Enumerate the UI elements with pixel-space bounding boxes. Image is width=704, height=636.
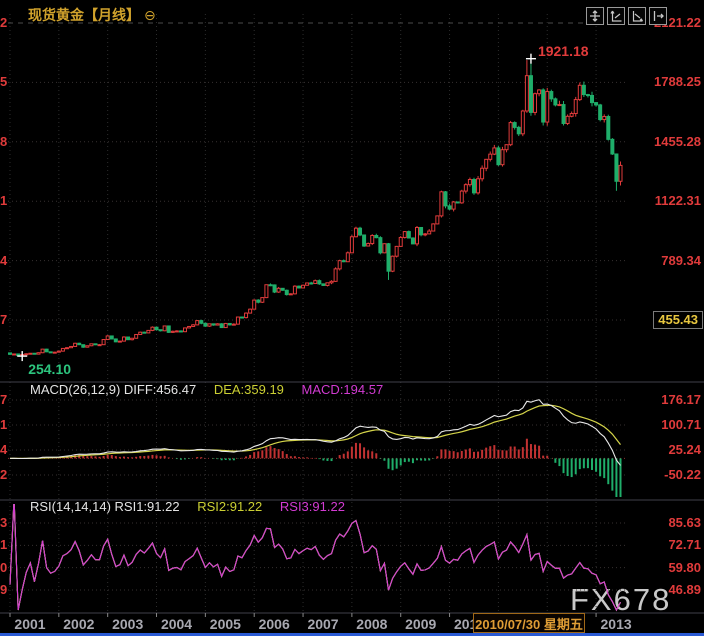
rsi1-value: RSI(14,14,14) RSI1:91.22: [30, 499, 180, 514]
year-label: 2008: [356, 616, 387, 632]
year-label: 2013: [601, 616, 632, 632]
clipped-rsi-digit: 3: [0, 515, 7, 530]
clipped-macd-digit: 7: [0, 392, 7, 407]
macd-header: MACD(26,12,9) DIFF:456.47 DEA:359.19 MAC…: [30, 382, 383, 397]
trading-app-window: 现货黄金【月线】⊖ 2121.221788.251455.281122.3178…: [0, 0, 704, 636]
macd-macd-value: MACD:194.57: [302, 382, 384, 397]
clipped-macd-digit: 1: [0, 417, 7, 432]
last-price-badge: 455.43: [653, 311, 703, 329]
year-label: 2005: [210, 616, 241, 632]
candles-layer: [9, 59, 623, 356]
zoom-axis-left-icon[interactable]: [607, 7, 625, 25]
rsi-line-3: [10, 498, 621, 610]
year-label: 2001: [14, 616, 45, 632]
year-label: 2002: [63, 616, 94, 632]
rsi2-value: RSI2:91.22: [197, 499, 262, 514]
clipped-rsi-digit: 1: [0, 537, 7, 552]
clipped-price-digit: 8: [0, 134, 7, 149]
diff-line: [10, 400, 621, 466]
clipped-price-digit: 7: [0, 312, 7, 327]
clipped-macd-digit: 4: [0, 442, 7, 457]
chart-canvas[interactable]: [0, 0, 704, 636]
clipped-macd-digit: 2: [0, 467, 7, 482]
clipped-rsi-digit: 9: [0, 582, 7, 597]
clipped-price-digit: 1: [0, 193, 7, 208]
macd-dea-value: DEA:359.19: [214, 382, 284, 397]
high-price-annotation: 1921.18: [538, 43, 589, 59]
year-label: 2009: [405, 616, 436, 632]
year-label: 2006: [259, 616, 290, 632]
collapse-pane-icon[interactable]: ⊖: [144, 7, 156, 23]
clipped-price-digit: 4: [0, 253, 7, 268]
rsi-layer: [10, 498, 621, 610]
zoom-axis-right-icon[interactable]: [628, 7, 646, 25]
shift-right-icon[interactable]: [649, 7, 667, 25]
pan-icon[interactable]: [586, 7, 604, 25]
crosshair-date-box: 2010/07/30 星期五: [473, 613, 585, 633]
rsi-header: RSI(14,14,14) RSI1:91.22 RSI2:91.22 RSI3…: [30, 499, 345, 514]
clipped-rsi-digit: 0: [0, 560, 7, 575]
chart-toolbar: [586, 7, 667, 25]
year-label: 2007: [307, 616, 338, 632]
crosshair-markers: [17, 54, 536, 361]
chart-title: 现货黄金【月线】⊖: [28, 5, 156, 25]
clipped-price-digit: 5: [0, 74, 7, 89]
year-label: 2004: [161, 616, 192, 632]
clipped-price-digit: 2: [0, 15, 7, 30]
year-label: 2003: [112, 616, 143, 632]
low-price-annotation: 254.10: [28, 361, 71, 377]
macd-layer: [8, 400, 628, 497]
symbol-interval-label: 现货黄金【月线】: [28, 7, 140, 23]
rsi3-value: RSI3:91.22: [280, 499, 345, 514]
macd-diff-value: MACD(26,12,9) DIFF:456.47: [30, 382, 196, 397]
